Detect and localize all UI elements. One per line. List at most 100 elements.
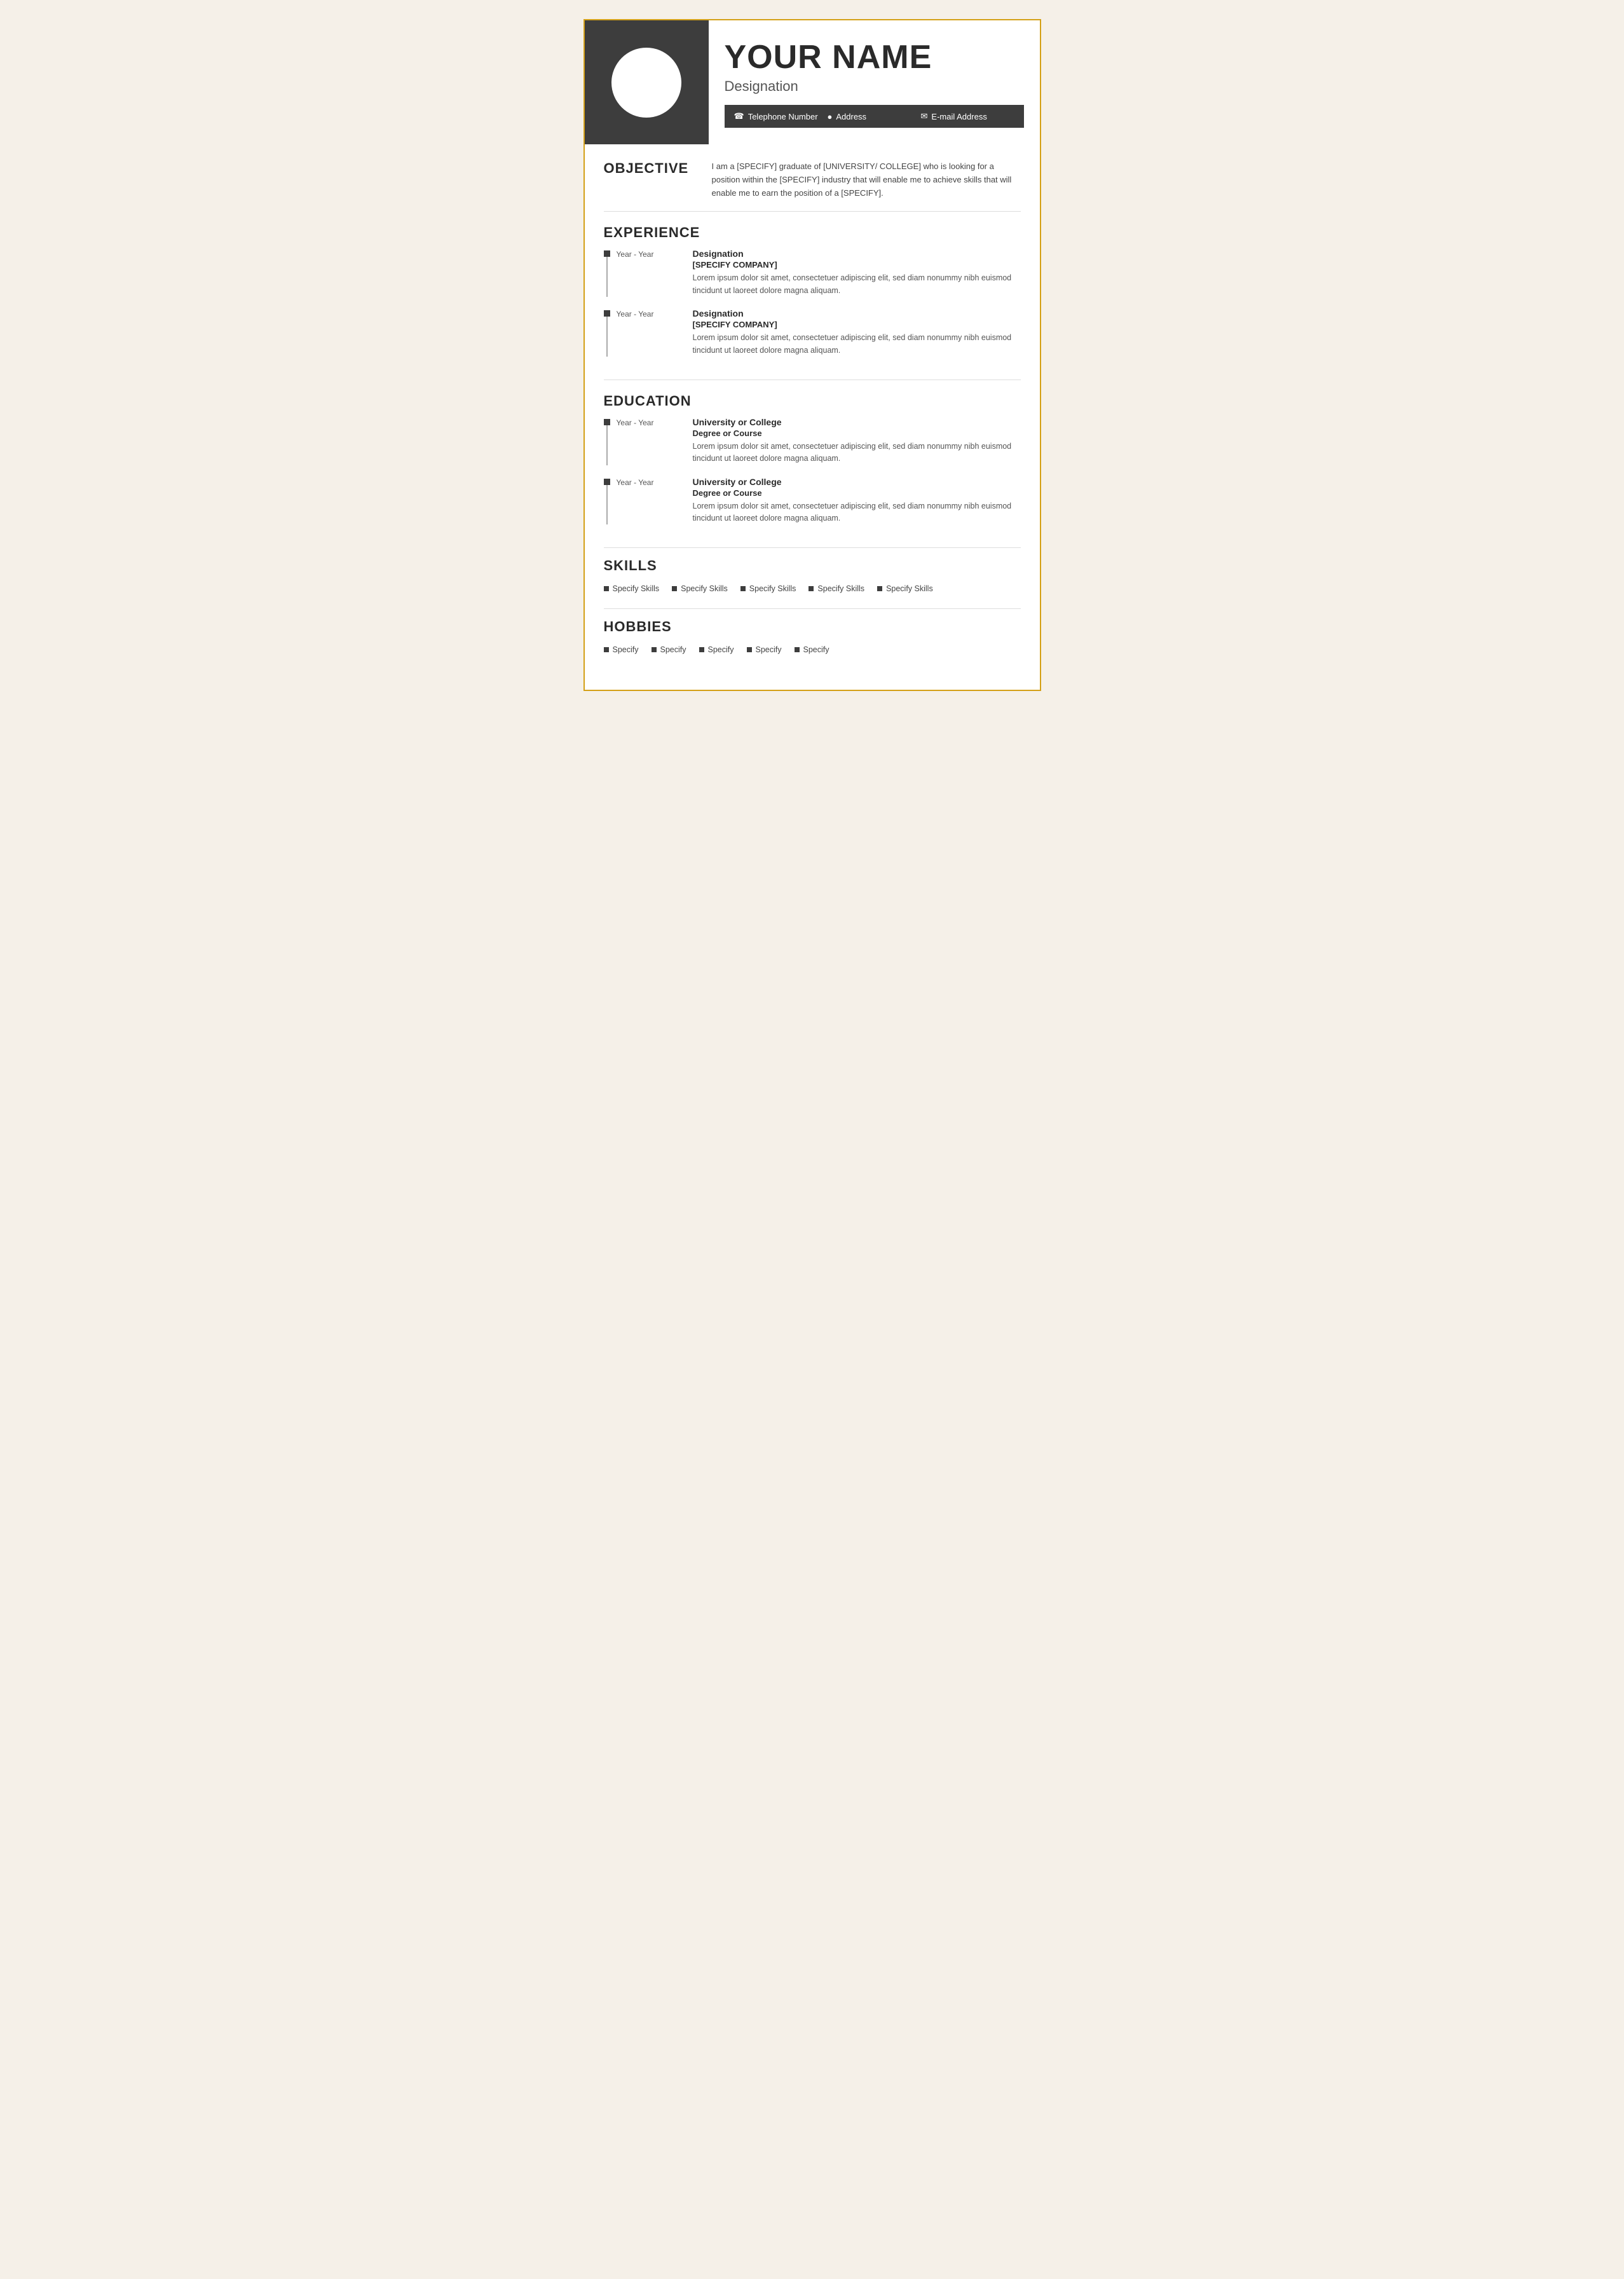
exp-left-1: Year - Year [604,249,693,297]
experience-section: EXPERIENCE Year - Year Designation [SPEC… [585,212,1040,368]
skill-dot-2 [672,586,677,591]
skill-dot-3 [740,586,746,591]
hobby-item-5: Specify [795,645,829,654]
experience-entry-2: Year - Year Designation [SPECIFY COMPANY… [604,308,1021,357]
edu-line-col-2 [604,477,610,525]
contact-phone: ☎ Telephone Number [734,111,828,121]
exp-right-2: Designation [SPECIFY COMPANY] Lorem ipsu… [693,308,1021,357]
hobby-label-2: Specify [660,645,686,654]
education-title-row: EDUCATION [604,393,1021,409]
skill-item-1: Specify Skills [604,584,660,593]
hobbies-section: HOBBIES Specify Specify Specify Specify … [585,609,1040,658]
skill-dot-4 [809,586,814,591]
skill-label-3: Specify Skills [749,584,796,593]
skill-label-1: Specify Skills [613,584,660,593]
header-section: YOUR NAME Designation ☎ Telephone Number… [585,20,1040,144]
edu-institution-1: University or College [693,417,1021,427]
email-icon: ✉ [921,111,928,121]
timeline-dot-2 [604,310,610,317]
edu-line-2 [606,485,608,525]
exp-line-col-2 [604,308,610,357]
photo-section [585,20,709,144]
objective-section: OBJECTIVE I am a [SPECIFY] graduate of [… [585,144,1040,200]
timeline-line-1 [606,257,608,297]
experience-title: EXPERIENCE [604,224,1021,241]
exp-left-2: Year - Year [604,308,693,357]
experience-entries: Year - Year Designation [SPECIFY COMPANY… [604,249,1021,368]
address-icon: ● [828,112,833,121]
exp-line-col-1 [604,249,610,297]
skills-list: Specify Skills Specify Skills Specify Sk… [604,580,1021,597]
skill-item-4: Specify Skills [809,584,864,593]
edu-institution-2: University or College [693,477,1021,487]
edu-desc-1: Lorem ipsum dolor sit amet, consectetuer… [693,441,1021,465]
skills-title: SKILLS [604,558,1021,574]
edu-right-1: University or College Degree or Course L… [693,417,1021,465]
exp-year-2: Year - Year [617,308,654,357]
skill-dot-5 [877,586,882,591]
hobby-label-5: Specify [803,645,829,654]
exp-company-2: [SPECIFY COMPANY] [693,320,1021,329]
experience-entry-1: Year - Year Designation [SPECIFY COMPANY… [604,249,1021,297]
edu-left-2: Year - Year [604,477,693,525]
edu-desc-2: Lorem ipsum dolor sit amet, consectetuer… [693,500,1021,525]
exp-right-1: Designation [SPECIFY COMPANY] Lorem ipsu… [693,249,1021,297]
objective-label: OBJECTIVE [604,160,712,200]
education-entries: Year - Year University or College Degree… [604,417,1021,537]
exp-year-1: Year - Year [617,249,654,297]
edu-year-2: Year - Year [617,477,654,525]
edu-right-2: University or College Degree or Course L… [693,477,1021,525]
objective-title: OBJECTIVE [604,160,712,177]
header-designation: Designation [725,78,1024,95]
edu-degree-2: Degree or Course [693,488,1021,498]
phone-text: Telephone Number [748,112,818,121]
edu-line-1 [606,425,608,465]
hobby-item-3: Specify [699,645,734,654]
objective-content: I am a [SPECIFY] graduate of [UNIVERSITY… [712,160,1021,200]
address-text: Address [836,112,866,121]
timeline-line-2 [606,317,608,357]
skills-section: SKILLS Specify Skills Specify Skills Spe… [585,548,1040,597]
hobbies-title: HOBBIES [604,619,1021,635]
edu-year-1: Year - Year [617,417,654,465]
education-entry-1: Year - Year University or College Degree… [604,417,1021,465]
profile-photo-placeholder [611,48,681,118]
skill-label-4: Specify Skills [817,584,864,593]
skill-item-5: Specify Skills [877,584,933,593]
hobby-item-1: Specify [604,645,639,654]
exp-desc-1: Lorem ipsum dolor sit amet, consectetuer… [693,272,1021,297]
hobby-dot-2 [652,647,657,652]
hobby-label-3: Specify [708,645,734,654]
hobby-label-1: Specify [613,645,639,654]
hobby-dot-1 [604,647,609,652]
resume-page: YOUR NAME Designation ☎ Telephone Number… [583,19,1041,691]
contact-address: ● Address [828,112,921,121]
timeline-dot-1 [604,250,610,257]
hobbies-list: Specify Specify Specify Specify Specify [604,641,1021,658]
hobby-dot-4 [747,647,752,652]
edu-dot-2 [604,479,610,485]
edu-dot-1 [604,419,610,425]
skill-dot-1 [604,586,609,591]
exp-desc-2: Lorem ipsum dolor sit amet, consectetuer… [693,332,1021,357]
hobby-label-4: Specify [756,645,782,654]
header-info: YOUR NAME Designation ☎ Telephone Number… [709,20,1040,144]
skill-item-3: Specify Skills [740,584,796,593]
phone-icon: ☎ [734,111,744,121]
hobby-dot-3 [699,647,704,652]
skill-item-2: Specify Skills [672,584,728,593]
objective-text: I am a [SPECIFY] graduate of [UNIVERSITY… [712,160,1021,200]
education-entry-2: Year - Year University or College Degree… [604,477,1021,525]
hobby-item-4: Specify [747,645,782,654]
contact-email: ✉ E-mail Address [921,111,1014,121]
exp-designation-2: Designation [693,308,1021,318]
exp-company-1: [SPECIFY COMPANY] [693,260,1021,270]
education-title: EDUCATION [604,393,1021,409]
email-text: E-mail Address [931,112,986,121]
edu-left-1: Year - Year [604,417,693,465]
experience-title-row: EXPERIENCE [604,224,1021,241]
education-section: EDUCATION Year - Year University or Coll… [585,380,1040,537]
edu-degree-1: Degree or Course [693,428,1021,438]
hobby-item-2: Specify [652,645,686,654]
skill-label-5: Specify Skills [886,584,933,593]
